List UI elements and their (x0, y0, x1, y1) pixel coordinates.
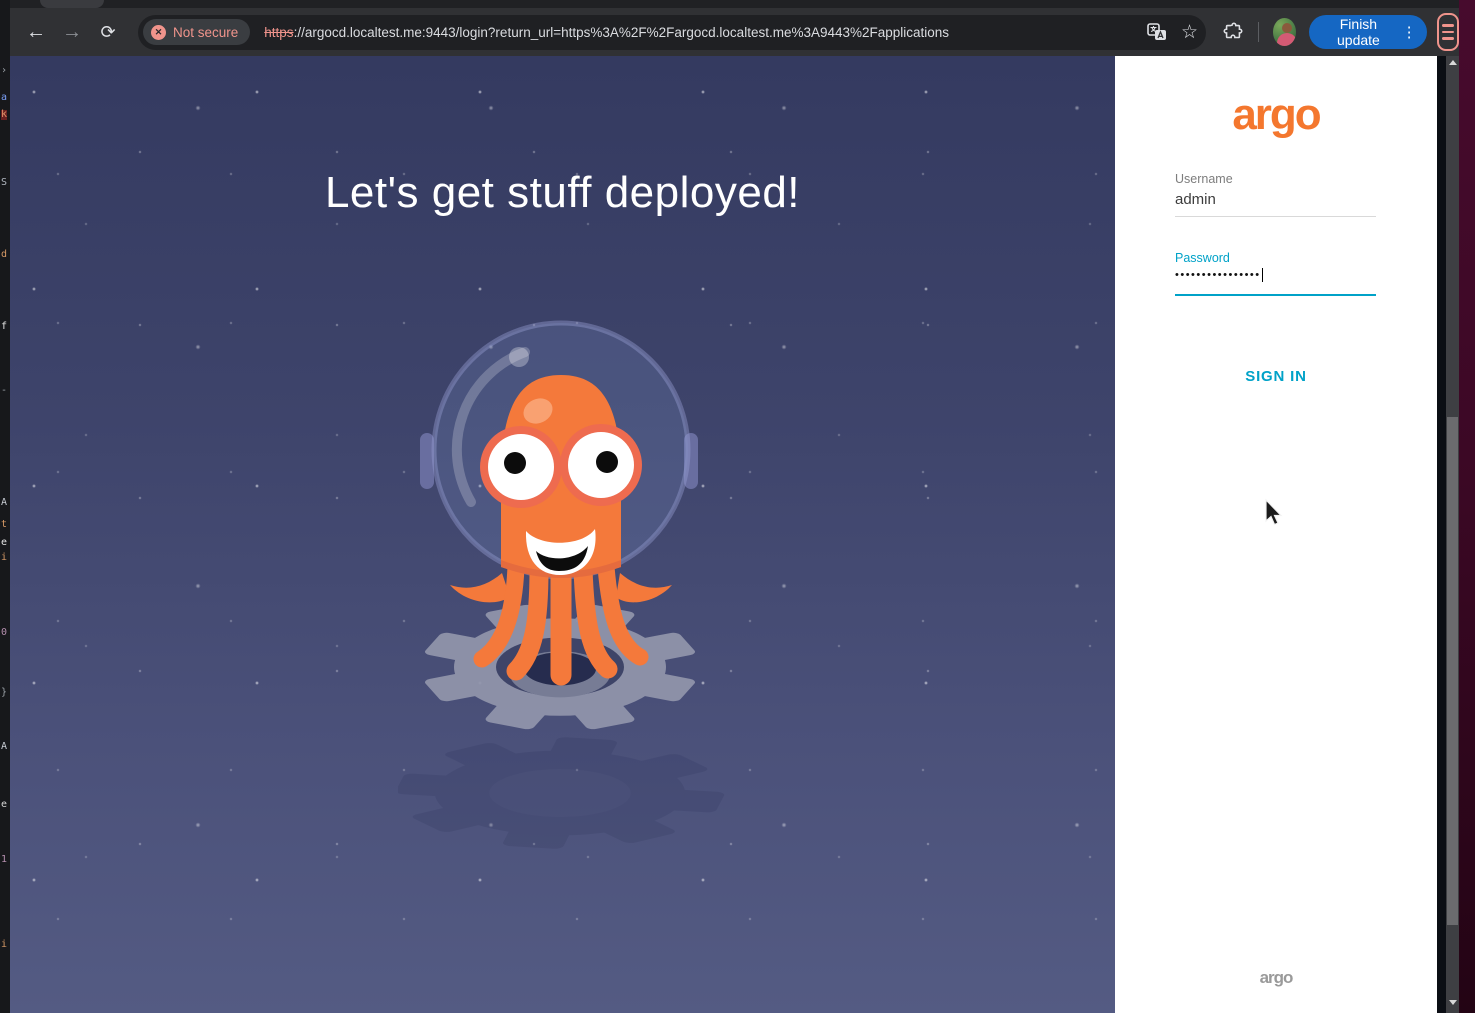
page-scrollbar[interactable] (1446, 56, 1459, 1013)
mouse-cursor (1262, 498, 1286, 528)
browser-menu-icon[interactable] (1437, 13, 1459, 51)
code-fragment: A (1, 742, 7, 752)
code-fragment: } (1, 688, 7, 698)
profile-avatar[interactable] (1273, 18, 1296, 46)
code-fragment: - (1, 386, 7, 396)
code-fragment: f (1, 322, 7, 332)
code-fragment: S (1, 178, 7, 188)
login-panel: argo Username Password •••••••••••••••• … (1115, 56, 1437, 1013)
code-fragment: › (1, 66, 7, 76)
sign-in-button[interactable]: SIGN IN (1115, 368, 1437, 385)
address-bar[interactable]: ✕ Not secure https://argocd.localtest.me… (138, 15, 1206, 50)
translate-icon[interactable] (1147, 23, 1167, 41)
desktop-background (1459, 0, 1475, 1013)
browser-window: ← → ⟳ ✕ Not secure https://argocd.localt… (10, 0, 1459, 1013)
extensions-icon[interactable] (1222, 21, 1244, 43)
browser-toolbar: ← → ⟳ ✕ Not secure https://argocd.localt… (10, 8, 1459, 56)
security-chip-label: Not secure (173, 25, 238, 40)
argo-logo: argo (1115, 90, 1437, 140)
avatar-face (1282, 23, 1292, 33)
password-input[interactable]: •••••••••••••••• (1175, 268, 1263, 282)
hero-section: Let's get stuff deployed! (10, 56, 1115, 1013)
code-fragment: a (1, 93, 7, 103)
code-fragment: e (1, 538, 7, 548)
url-scheme: https (264, 25, 293, 40)
tab-strip (10, 0, 1459, 8)
page-background-gap (1437, 56, 1446, 1013)
active-tab-edge (40, 0, 104, 8)
code-fragment: k (1, 110, 7, 120)
password-underline-active (1175, 294, 1376, 296)
hero-headline: Let's get stuff deployed! (10, 168, 1115, 218)
back-icon[interactable]: ← (18, 14, 54, 50)
code-fragment: 0 (1, 628, 7, 638)
url-rest: ://argocd.localtest.me:9443/login?return… (294, 25, 950, 40)
password-masked-value: •••••••••••••••• (1175, 269, 1261, 281)
page-viewport: Let's get stuff deployed! (10, 56, 1459, 1013)
left-edge-strip: ›akSdf-Atei0}Ae1i (0, 0, 10, 1013)
code-fragment: A (1, 498, 7, 508)
username-input[interactable] (1175, 191, 1376, 208)
code-fragment: t (1, 520, 7, 530)
bookmark-star-icon[interactable]: ☆ (1181, 21, 1198, 44)
code-fragment: 1 (1, 855, 7, 865)
reload-icon[interactable]: ⟳ (90, 14, 126, 50)
code-fragment: d (1, 250, 7, 260)
password-label: Password (1175, 251, 1230, 265)
username-underline (1175, 216, 1376, 217)
text-caret (1262, 268, 1263, 282)
kebab-menu-icon[interactable]: ⋮ (1402, 23, 1417, 41)
security-chip[interactable]: ✕ Not secure (143, 19, 250, 45)
not-secure-icon: ✕ (151, 25, 166, 40)
forward-icon[interactable]: → (54, 14, 90, 50)
code-fragment: e (1, 800, 7, 810)
username-label: Username (1175, 172, 1233, 186)
argo-footer-logo: argo (1115, 968, 1437, 988)
scroll-down-arrow[interactable] (1446, 996, 1459, 1009)
finish-update-button[interactable]: Finish update ⋮ (1309, 15, 1426, 49)
code-fragment: i (1, 553, 7, 563)
octopus-mascot-illustration (398, 315, 734, 871)
code-fragment: i (1, 940, 7, 950)
finish-update-label: Finish update (1325, 16, 1391, 48)
toolbar-divider (1258, 22, 1259, 42)
scrollbar-thumb[interactable] (1447, 417, 1458, 925)
url-text[interactable]: https://argocd.localtest.me:9443/login?r… (264, 25, 949, 40)
scroll-up-arrow[interactable] (1446, 56, 1459, 69)
avatar-shirt (1277, 33, 1296, 46)
